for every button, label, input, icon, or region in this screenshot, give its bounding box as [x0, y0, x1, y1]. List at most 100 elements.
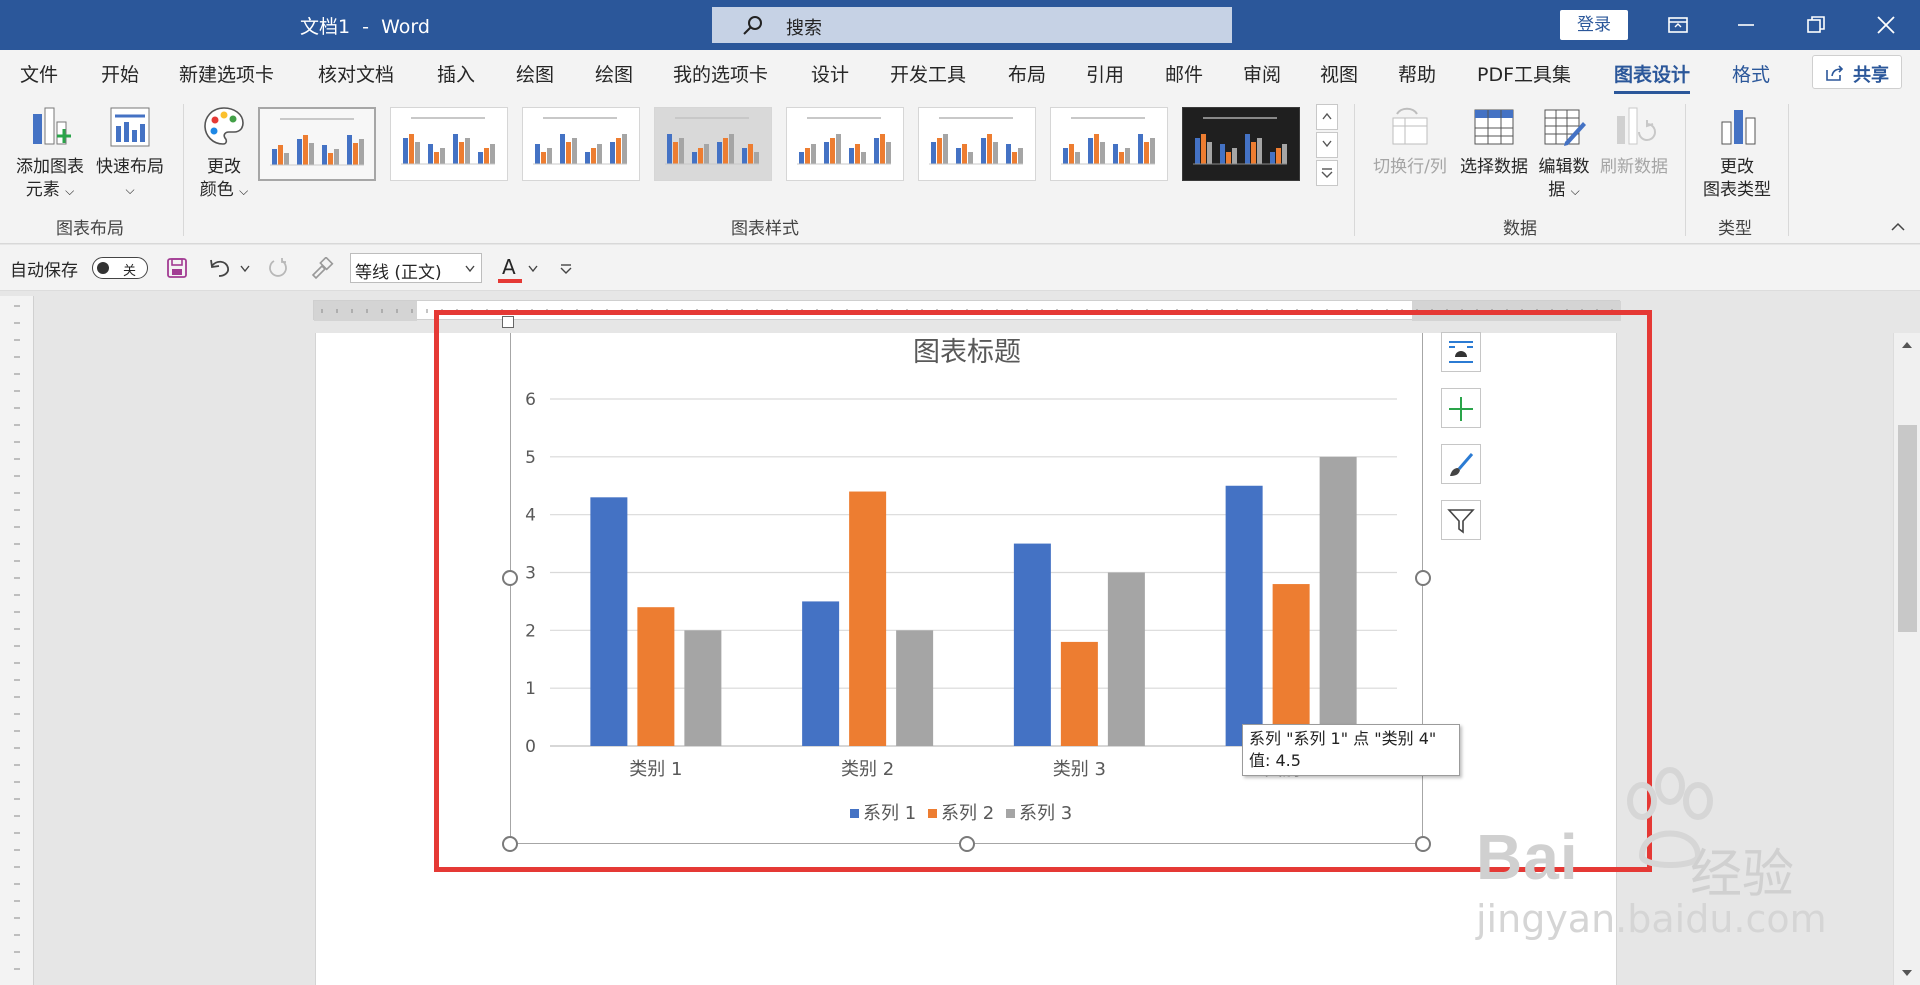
gallery-more-button[interactable]: [1316, 160, 1338, 186]
format-painter-icon[interactable]: [310, 257, 334, 279]
change-colors-button[interactable]: 更改 颜色 ⌵: [192, 104, 256, 203]
tab-file[interactable]: 文件: [20, 60, 58, 87]
undo-icon[interactable]: [208, 257, 232, 279]
tab-layout[interactable]: 布局: [1008, 60, 1046, 87]
preview-bar: [560, 134, 565, 164]
preview-bar: [698, 148, 703, 164]
preview-bar: [1094, 134, 1099, 164]
add-chart-element-button[interactable]: 添加图表 元素 ⌵: [10, 104, 90, 203]
tab-chart-design[interactable]: 图表设计: [1614, 60, 1691, 94]
font-color-button[interactable]: A: [498, 253, 524, 283]
scrollbar-thumb[interactable]: [1898, 425, 1917, 632]
preview-bar: [1150, 138, 1155, 164]
login-button[interactable]: 登录: [1560, 10, 1628, 40]
preview-bar: [993, 142, 998, 164]
preview-bar: [1282, 144, 1287, 164]
tab-references[interactable]: 引用: [1086, 60, 1124, 87]
chart-style-preview: [270, 118, 364, 166]
autosave-toggle[interactable]: 关: [92, 257, 148, 279]
preview-bar: [943, 134, 948, 164]
switch-row-column-button[interactable]: 切换行/列: [1362, 104, 1458, 179]
tab-draw[interactable]: 绘图: [516, 60, 554, 87]
preview-bar: [1195, 138, 1200, 164]
preview-bar: [886, 142, 891, 164]
chart-style-thumbnail[interactable]: [654, 107, 772, 181]
customize-qat-icon[interactable]: [560, 263, 572, 275]
share-button[interactable]: 共享: [1812, 55, 1902, 89]
chart-style-thumbnail[interactable]: [522, 107, 640, 181]
tab-insert[interactable]: 插入: [437, 60, 475, 87]
preview-bar: [830, 138, 835, 164]
close-button[interactable]: [1856, 0, 1916, 50]
chart-style-preview: [533, 117, 627, 165]
scroll-up-icon[interactable]: [1901, 341, 1913, 349]
change-chart-type-button[interactable]: 更改 图表类型: [1692, 104, 1782, 202]
preview-bar: [1088, 138, 1093, 164]
chart-style-thumbnail[interactable]: [258, 107, 376, 181]
preview-bar: [1251, 142, 1256, 164]
tab-format[interactable]: 格式: [1732, 60, 1770, 87]
tab-new-tab[interactable]: 新建选项卡: [179, 60, 274, 87]
preview-bar: [272, 149, 277, 165]
chart-style-preview: [929, 117, 1023, 165]
preview-bar: [962, 144, 967, 164]
tab-pdf-tools[interactable]: PDF工具集: [1477, 60, 1571, 87]
tab-my-tab[interactable]: 我的选项卡: [673, 60, 768, 87]
tab-review[interactable]: 审阅: [1243, 60, 1281, 87]
quick-layout-button[interactable]: 快速布局 ⌵: [92, 104, 168, 202]
preview-bar: [1207, 142, 1212, 164]
preview-bar: [459, 142, 464, 164]
preview-bar: [453, 134, 458, 164]
refresh-data-button[interactable]: 刷新数据: [1596, 104, 1672, 179]
preview-bar: [409, 134, 414, 164]
share-icon: [1826, 65, 1844, 81]
tab-help[interactable]: 帮助: [1398, 60, 1436, 87]
restore-button[interactable]: [1786, 0, 1846, 50]
scroll-down-icon[interactable]: [1901, 969, 1913, 977]
chart-style-thumbnail[interactable]: [918, 107, 1036, 181]
preview-bar: [428, 144, 433, 164]
highlight-box: [434, 310, 1652, 872]
undo-dropdown-icon[interactable]: [240, 265, 250, 273]
ribbon-display-options-button[interactable]: [1648, 0, 1708, 50]
select-data-button[interactable]: 选择数据: [1456, 104, 1532, 179]
redo-icon[interactable]: [266, 257, 290, 279]
group-separator: [1788, 104, 1789, 236]
chart-style-thumbnail[interactable]: [786, 107, 904, 181]
tab-design[interactable]: 设计: [811, 60, 849, 87]
preview-bar: [353, 143, 358, 165]
chart-style-thumbnail[interactable]: [1050, 107, 1168, 181]
minimize-button[interactable]: [1716, 0, 1776, 50]
chevron-down-icon: ⌵: [65, 184, 75, 198]
preview-bar: [1075, 152, 1080, 164]
gallery-scroll-up[interactable]: [1316, 104, 1338, 130]
watermark-url: jingyan.baidu.com: [1476, 897, 1827, 941]
group-label-chart-styles: 图表样式: [731, 219, 799, 239]
preview-bar: [855, 144, 860, 164]
preview-bar: [597, 144, 602, 164]
search-box[interactable]: 搜索: [712, 7, 1232, 43]
chart-style-thumbnail[interactable]: [1182, 107, 1300, 181]
preview-bar: [1270, 152, 1275, 164]
font-color-dropdown-icon[interactable]: [528, 265, 538, 273]
tab-home[interactable]: 开始: [101, 60, 139, 87]
edit-data-label-2: 据: [1548, 180, 1566, 200]
tab-developer[interactable]: 开发工具: [890, 60, 966, 87]
collapse-ribbon-icon[interactable]: [1890, 222, 1906, 232]
preview-bar: [415, 142, 420, 164]
save-icon[interactable]: [166, 257, 188, 279]
font-name-select[interactable]: 等线 (正文): [350, 253, 482, 283]
change-chart-type-icon: [1721, 110, 1756, 145]
preview-bar: [1232, 148, 1237, 164]
tab-proofread[interactable]: 核对文档: [318, 60, 394, 87]
tab-view[interactable]: 视图: [1320, 60, 1358, 87]
tab-mailings[interactable]: 邮件: [1165, 60, 1203, 87]
chart-style-thumbnail[interactable]: [390, 107, 508, 181]
preview-bar: [931, 142, 936, 164]
minimize-icon: [1738, 24, 1754, 26]
tab-draw-2[interactable]: 绘图: [595, 60, 633, 87]
edit-data-button[interactable]: 编辑数 据 ⌵: [1532, 104, 1596, 203]
gallery-scroll-down[interactable]: [1316, 132, 1338, 158]
chevron-down-icon: [465, 265, 475, 273]
vertical-scrollbar[interactable]: [1893, 333, 1920, 985]
